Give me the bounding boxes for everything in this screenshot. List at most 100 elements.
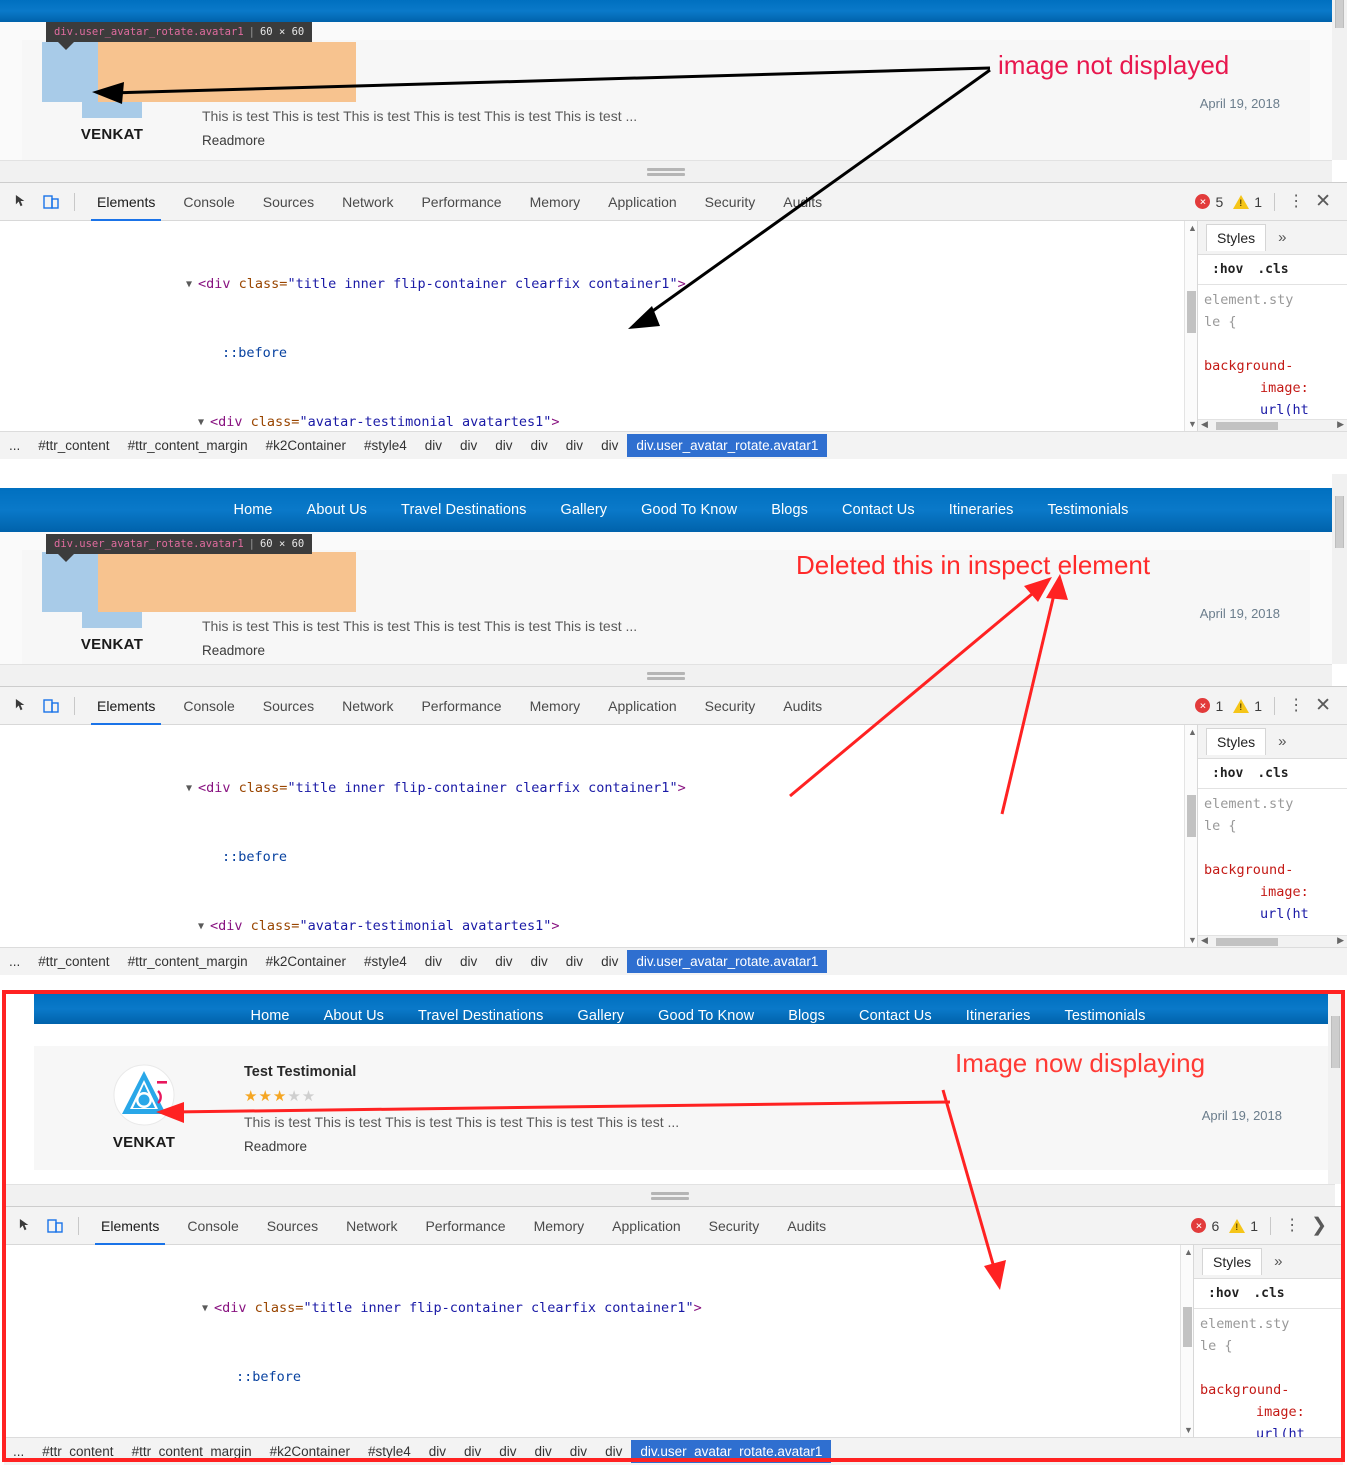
css-property-name1[interactable]: background- [1204, 355, 1347, 377]
devtools-menu-icon-2[interactable]: ⋮ [1287, 697, 1305, 713]
tab-audits[interactable]: Audits [769, 687, 836, 725]
nav-item-gallery[interactable]: Gallery [561, 1008, 642, 1024]
tab-styles[interactable]: Styles [1206, 224, 1267, 251]
tab-elements[interactable]: Elements [87, 1207, 173, 1245]
tab-performance[interactable]: Performance [407, 183, 515, 221]
breadcrumb-item[interactable]: #ttr_content_margin [123, 1444, 261, 1459]
breadcrumb-item[interactable]: div [416, 954, 451, 969]
breadcrumb-item-selected[interactable]: div.user_avatar_rotate.avatar1 [627, 434, 828, 457]
page-scrollbar-1[interactable] [1332, 0, 1347, 160]
css-property-name2[interactable]: image: [1204, 881, 1347, 903]
page-scrollbar-3[interactable] [1328, 994, 1343, 1184]
nav-item-gallery[interactable]: Gallery [544, 502, 625, 518]
styles-rules-1[interactable]: element.sty le { background- image: url(… [1198, 285, 1347, 419]
tab-sources[interactable]: Sources [249, 183, 328, 221]
tab-application[interactable]: Application [594, 687, 691, 725]
breadcrumb-item[interactable]: div [522, 438, 557, 453]
styles-hscroll-thumb-2[interactable] [1216, 938, 1278, 946]
breadcrumb-item[interactable]: ... [4, 1444, 33, 1459]
tab-application[interactable]: Application [598, 1207, 695, 1245]
tab-elements[interactable]: Elements [83, 687, 169, 725]
css-property-value[interactable]: url(ht [1204, 903, 1347, 925]
tab-network[interactable]: Network [328, 183, 407, 221]
tab-sources[interactable]: Sources [253, 1207, 332, 1245]
tab-application[interactable]: Application [594, 183, 691, 221]
nav-item-blogs[interactable]: Blogs [771, 1008, 842, 1024]
warning-count-badge-2[interactable]: 1 [1233, 698, 1262, 714]
css-property-name2[interactable]: image: [1200, 1401, 1343, 1423]
devtools-close-icon-3[interactable]: ❯ [1305, 1214, 1333, 1237]
page-scrollbar-2[interactable] [1332, 474, 1347, 664]
cls-toggle[interactable]: .cls [1257, 766, 1288, 781]
breadcrumb-item[interactable]: div [557, 954, 592, 969]
hscroll-right-arrow-icon[interactable]: ▶ [1337, 419, 1344, 430]
styles-more-icon[interactable]: » [1272, 733, 1292, 750]
error-count-badge-3[interactable]: × 6 [1191, 1218, 1219, 1234]
hov-toggle[interactable]: :hov [1212, 262, 1243, 277]
breadcrumb-item-selected[interactable]: div.user_avatar_rotate.avatar1 [627, 950, 828, 973]
devtools-menu-icon-3[interactable]: ⋮ [1283, 1217, 1301, 1233]
tab-memory[interactable]: Memory [516, 687, 595, 725]
dom-scroll-thumb-1[interactable] [1187, 291, 1196, 333]
breadcrumb-item[interactable]: div [592, 954, 627, 969]
breadcrumb-item[interactable]: div [455, 1444, 490, 1459]
scroll-up-arrow-icon[interactable]: ▲ [1188, 727, 1197, 737]
devtools-resizer-3[interactable] [4, 1184, 1335, 1206]
dom-line-avatartes1[interactable]: ▼<div class="avatar-testimonial avatarte… [0, 915, 1184, 938]
tab-sources[interactable]: Sources [249, 687, 328, 725]
dom-tree-scrollbar-1[interactable]: ▲ ▼ [1184, 221, 1197, 431]
scroll-up-arrow-icon[interactable]: ▲ [1188, 223, 1197, 233]
styles-hscrollbar-1[interactable]: ◀ ▶ [1198, 419, 1347, 431]
tab-styles[interactable]: Styles [1202, 1248, 1263, 1275]
tab-console[interactable]: Console [173, 1207, 252, 1245]
dom-line-before[interactable]: ::before [0, 342, 1184, 365]
scroll-up-arrow-icon[interactable]: ▲ [1184, 1247, 1193, 1257]
breadcrumb-item[interactable]: div [416, 438, 451, 453]
page-scroll-thumb-2[interactable] [1335, 496, 1344, 548]
breadcrumb-item[interactable]: #style4 [355, 954, 416, 969]
breadcrumb-item[interactable]: div [592, 438, 627, 453]
breadcrumb-item[interactable]: #ttr_content_margin [119, 438, 257, 453]
readmore-link-2[interactable]: Readmore [202, 643, 1310, 658]
tab-security[interactable]: Security [691, 687, 770, 725]
device-toolbar-icon[interactable] [36, 188, 66, 216]
nav-item-home[interactable]: Home [234, 1008, 307, 1024]
nav-item-travel-destinations[interactable]: Travel Destinations [384, 502, 543, 518]
hov-toggle[interactable]: :hov [1208, 1286, 1239, 1301]
inspect-element-icon-3[interactable] [10, 1212, 40, 1240]
styles-hscrollbar-2[interactable]: ◀ ▶ [1198, 935, 1347, 947]
css-property-value[interactable]: url(ht [1204, 399, 1347, 419]
site-nav-1[interactable] [0, 0, 1332, 22]
css-property-value[interactable]: url(ht [1200, 1423, 1343, 1437]
dom-tree-pane-2[interactable]: ▼ <div class="title inner flip-container … [0, 725, 1184, 947]
breadcrumb-item[interactable]: div [486, 954, 521, 969]
breadcrumb-item[interactable]: div [451, 954, 486, 969]
devtools-menu-icon[interactable]: ⋮ [1287, 193, 1305, 209]
inspect-element-icon[interactable] [6, 188, 36, 216]
devtools-close-icon-2[interactable]: ✕ [1309, 694, 1337, 717]
breadcrumb-item[interactable]: #ttr_content [29, 954, 118, 969]
nav-item-good-to-know[interactable]: Good To Know [624, 502, 754, 518]
devtools-resizer-2[interactable] [0, 664, 1332, 686]
inspect-element-icon-2[interactable] [6, 692, 36, 720]
nav-item-blogs[interactable]: Blogs [754, 502, 825, 518]
nav-item-contact-us[interactable]: Contact Us [825, 502, 932, 518]
scroll-down-arrow-icon[interactable]: ▼ [1188, 935, 1197, 945]
css-property-name1[interactable]: background- [1200, 1379, 1343, 1401]
dom-line-container1[interactable]: ▼ <div class="title inner flip-container … [0, 777, 1184, 800]
readmore-link-3[interactable]: Readmore [244, 1139, 1332, 1154]
css-property-name1[interactable]: background- [1204, 859, 1347, 881]
site-nav-3[interactable]: Home About Us Travel Destinations Galler… [34, 994, 1332, 1024]
breadcrumb-item[interactable]: #style4 [359, 1444, 420, 1459]
warning-count-badge-3[interactable]: 1 [1229, 1218, 1258, 1234]
breadcrumb-item[interactable]: ... [0, 438, 29, 453]
nav-item-testimonials[interactable]: Testimonials [1048, 1008, 1163, 1024]
styles-hscroll-thumb-1[interactable] [1216, 422, 1278, 430]
tab-audits[interactable]: Audits [769, 183, 836, 221]
dom-scroll-thumb-2[interactable] [1187, 795, 1196, 837]
breadcrumb-item[interactable]: div [522, 954, 557, 969]
tab-audits[interactable]: Audits [773, 1207, 840, 1245]
tab-memory[interactable]: Memory [520, 1207, 599, 1245]
css-property-name2[interactable]: image: [1204, 377, 1347, 399]
tab-performance[interactable]: Performance [407, 687, 515, 725]
